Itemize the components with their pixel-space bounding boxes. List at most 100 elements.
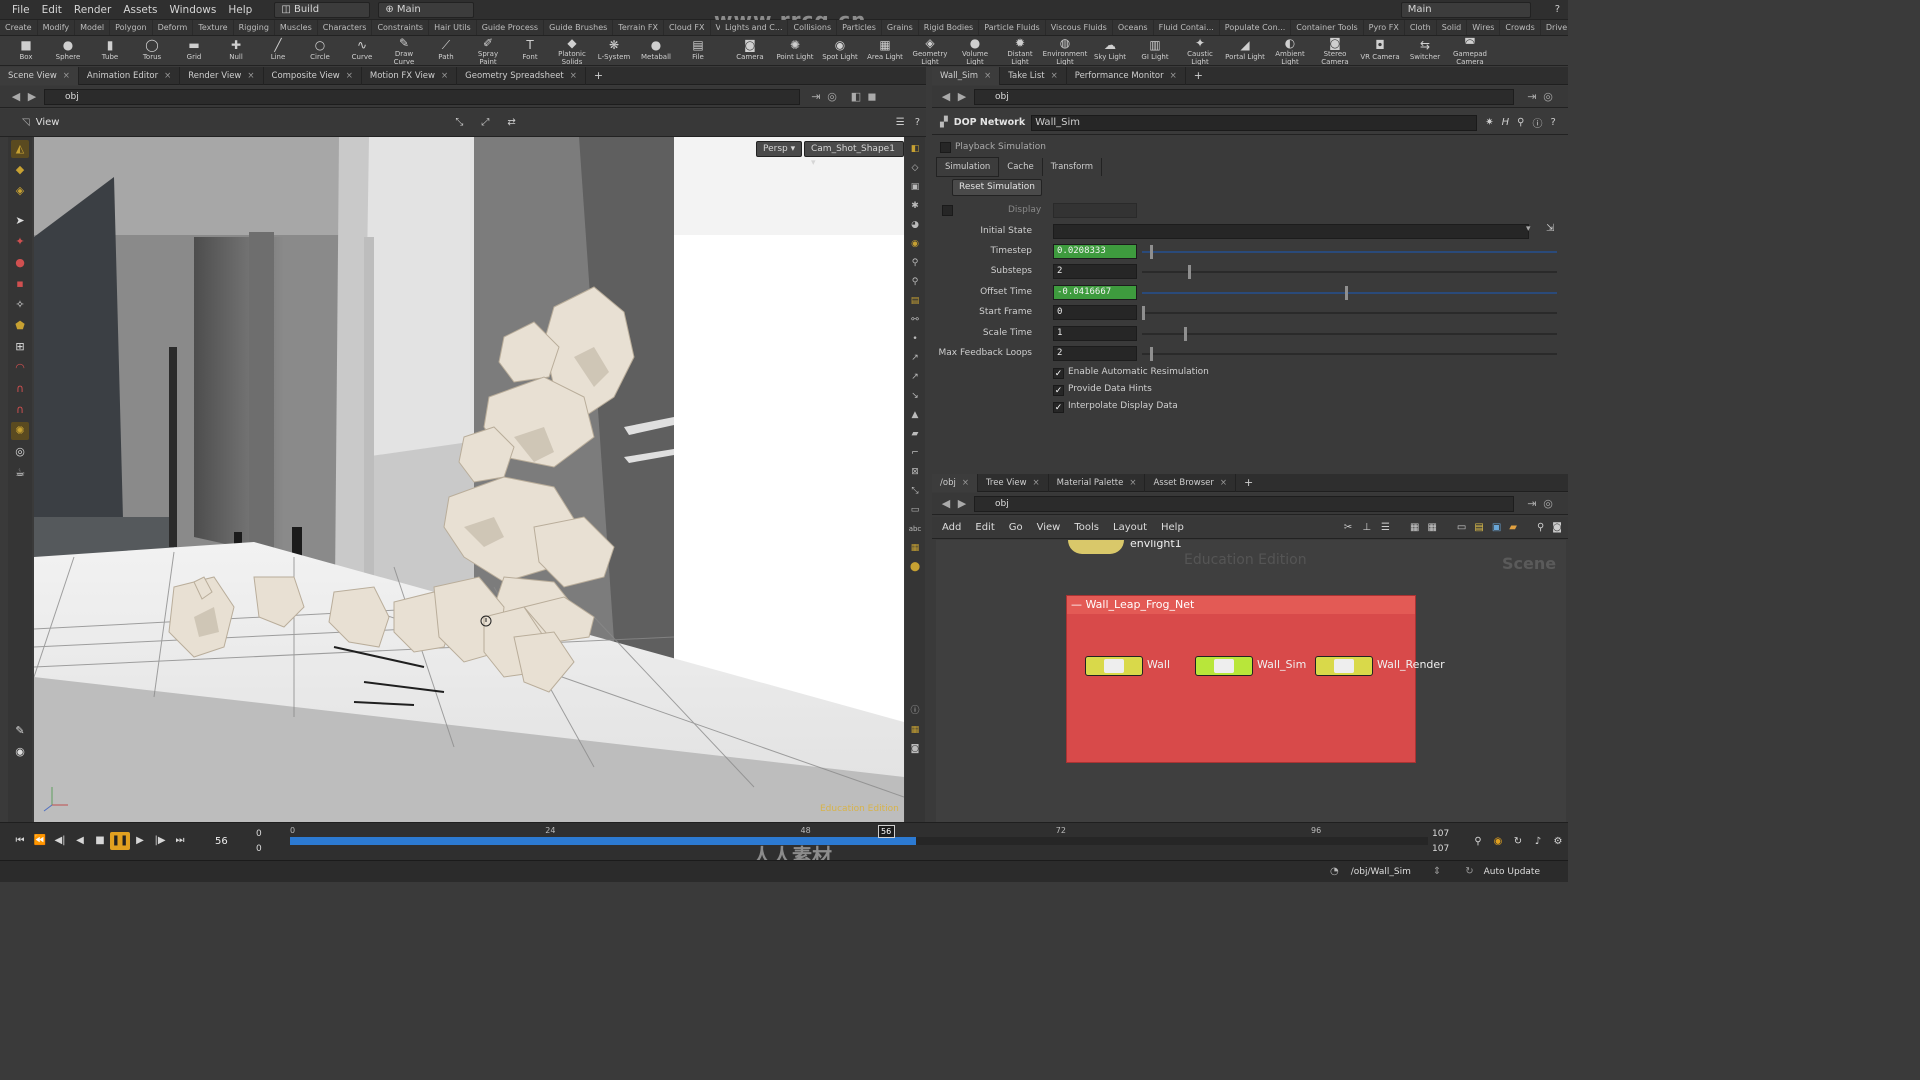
slider-knob[interactable]	[1142, 306, 1145, 320]
shelf-tab[interactable]: Volume	[711, 20, 721, 35]
status-refresh-icon[interactable]: ↻	[1465, 866, 1473, 877]
display-tool-4-icon[interactable]: ✱	[908, 199, 922, 213]
range-end-field[interactable]: 107	[1432, 829, 1449, 839]
timeline-settings-icon[interactable]: ⚙	[1548, 833, 1568, 851]
tool-draw-curve[interactable]: ✎ Draw Curve	[386, 36, 422, 65]
range-start-field[interactable]: 0	[256, 829, 262, 839]
realtime-icon[interactable]: ◉	[1488, 833, 1508, 851]
transform-icon[interactable]: ⤢	[481, 117, 489, 128]
shelf-tab[interactable]: Guide Process	[477, 20, 545, 35]
tab-net-1[interactable]: Tree View ×	[978, 473, 1049, 492]
param-slider[interactable]	[1142, 306, 1557, 320]
shelf-tab[interactable]: Populate Con...	[1220, 20, 1292, 35]
tool-ambient-light[interactable]: ◐ Ambient Light	[1270, 36, 1310, 65]
select-tool-icon[interactable]: ◭	[11, 140, 29, 158]
net-menu-add[interactable]: Add	[942, 522, 961, 533]
display-tool-5-icon[interactable]: ◕	[908, 218, 922, 232]
tool-line[interactable]: ╱ Line	[260, 36, 296, 65]
pause-icon[interactable]: ❚❚	[110, 832, 130, 850]
tab-net-3[interactable]: Asset Browser ×	[1145, 473, 1236, 492]
initial-state-field[interactable]	[1053, 224, 1529, 239]
pin-icon[interactable]: ⇥	[1524, 496, 1540, 512]
tab-net-2[interactable]: Material Palette ×	[1049, 473, 1146, 492]
display-tool-12-icon[interactable]: ↗	[908, 351, 922, 365]
grid-view-2-icon[interactable]: ▦	[1427, 522, 1436, 533]
frame-marker[interactable]: 56	[877, 825, 895, 838]
display-tool-9-icon[interactable]: ▤	[908, 294, 922, 308]
tab-scene-4[interactable]: Motion FX View ×	[362, 66, 458, 85]
tool-switcher[interactable]: ⇆ Switcher	[1405, 36, 1445, 65]
close-tab-icon[interactable]: ×	[962, 478, 969, 488]
shelf-tab[interactable]: Create	[0, 20, 38, 35]
key-icon[interactable]: ⚲	[1468, 833, 1488, 851]
node-wall-sim[interactable]	[1195, 656, 1253, 676]
check-provide-data-hints[interactable]: ✓ Provide Data Hints	[1053, 382, 1152, 397]
magnet-icon[interactable]: ∩	[11, 380, 29, 398]
net-menu-edit[interactable]: Edit	[975, 522, 994, 533]
render-region-icon[interactable]: ◎	[11, 443, 29, 461]
close-tab-icon[interactable]: ×	[1033, 478, 1040, 488]
snap-magnet-icon[interactable]: ∩	[11, 401, 29, 419]
shelf-tab[interactable]: Model	[75, 20, 111, 35]
desktop-left-select[interactable]: ◫ Build	[274, 1, 371, 18]
play-reverse-icon[interactable]: ◀	[70, 832, 90, 850]
camera-menu[interactable]: Cam_Shot_Shape1 ▾	[804, 141, 904, 168]
tool-vr-camera[interactable]: ◘ VR Camera	[1360, 36, 1400, 65]
menu-windows[interactable]: Windows	[163, 0, 222, 20]
shelf-tab[interactable]: Cloth	[1405, 20, 1437, 35]
tab-scene-2[interactable]: Render View ×	[180, 66, 264, 85]
display-tool-22-icon[interactable]: ▦	[908, 541, 922, 555]
param-slider[interactable]	[1142, 327, 1557, 341]
shelf-tab[interactable]: Crowds	[1500, 20, 1541, 35]
gear-icon[interactable]: ✷	[1485, 117, 1493, 128]
tab-param-1[interactable]: Take List ×	[1000, 66, 1067, 85]
tool-spot-light[interactable]: ◉ Spot Light	[820, 36, 860, 65]
close-tab-icon[interactable]: ×	[1170, 71, 1177, 81]
back-icon[interactable]: ◀	[938, 89, 954, 105]
param-value-field[interactable]: -0.0416667	[1053, 285, 1137, 300]
tool-stereo-camera[interactable]: ◙ Stereo Camera	[1315, 36, 1355, 65]
note-icon[interactable]: ▤	[1474, 522, 1483, 533]
node-wall[interactable]	[1085, 656, 1143, 676]
shelf-tab[interactable]: Characters	[318, 20, 373, 35]
status-arrow-icon[interactable]: ⇕	[1433, 866, 1441, 877]
image-icon[interactable]: ▣	[1492, 522, 1501, 533]
shelf-tab[interactable]: Drive Simula...	[1541, 20, 1568, 35]
shelf-tab[interactable]: Collisions	[788, 20, 838, 35]
list-icon[interactable]: ☰	[1381, 522, 1390, 533]
tool-platonic-solids[interactable]: ◆ Platonic Solids	[554, 36, 590, 65]
param-slider[interactable]	[1142, 265, 1557, 279]
shelf-tab[interactable]: Lights and C...	[720, 20, 789, 35]
tool-gamepad-camera[interactable]: ◚ Gamepad Camera	[1450, 36, 1490, 65]
tool-path[interactable]: ⟋ Path	[428, 36, 464, 65]
param-value-field[interactable]: 2	[1053, 346, 1137, 361]
timeline-track[interactable]	[290, 837, 1428, 845]
display-tool-26-icon[interactable]: ◙	[908, 742, 922, 756]
display-flag-checkbox[interactable]	[942, 205, 953, 216]
shelf-tab[interactable]: Wires	[1467, 20, 1501, 35]
forward-icon[interactable]: ▶	[954, 89, 970, 105]
reset-simulation-button[interactable]: Reset Simulation	[952, 179, 1042, 196]
display-tool-1-icon[interactable]: ◧	[908, 142, 922, 156]
tab-scene-1[interactable]: Animation Editor ×	[79, 66, 181, 85]
slider-knob[interactable]	[1183, 327, 1187, 341]
range-end-2-field[interactable]: 107	[1432, 844, 1449, 854]
close-tab-icon[interactable]: ×	[1051, 71, 1058, 81]
display-tool-7-icon[interactable]: ⚲	[908, 256, 922, 270]
add-tab-icon[interactable]: +	[1186, 67, 1211, 85]
tool-spray-paint[interactable]: ✐ Spray Paint	[470, 36, 506, 65]
tool-curve[interactable]: ∿ Curve	[344, 36, 380, 65]
display-options-icon[interactable]: ◼	[864, 89, 880, 105]
step-back-key-icon[interactable]: ⏪	[30, 832, 50, 850]
select-mode-icon[interactable]: ⤡	[455, 117, 463, 128]
slider-knob[interactable]	[1345, 286, 1349, 300]
menu-assets[interactable]: Assets	[117, 0, 163, 20]
tool-geometry-light[interactable]: ◈ Geometry Light	[910, 36, 950, 65]
status-chat-icon[interactable]: ◔	[1330, 866, 1339, 877]
param-slider[interactable]	[1142, 286, 1557, 300]
desktop-center-select[interactable]: ⊕ Main	[378, 1, 475, 18]
tool-box[interactable]: ■ Box	[8, 36, 44, 65]
close-tab-icon[interactable]: ×	[346, 71, 353, 81]
close-tab-icon[interactable]: ×	[63, 71, 70, 81]
tool-gi-light[interactable]: ▥ GI Light	[1135, 36, 1175, 65]
